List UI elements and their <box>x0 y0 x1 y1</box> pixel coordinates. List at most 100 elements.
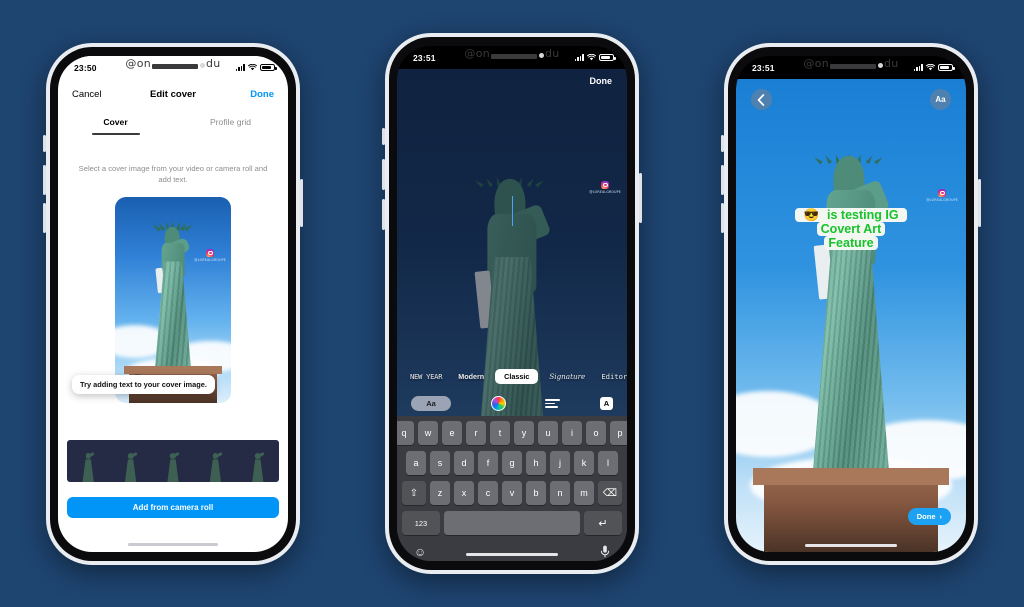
microphone-icon[interactable] <box>600 545 610 560</box>
font-option-signature[interactable]: Signature <box>544 369 590 384</box>
key-y[interactable]: y <box>514 421 534 445</box>
keyboard-row-3: ⇧ z x c v b n m ⌫ <box>400 481 624 505</box>
align-icon[interactable] <box>545 398 561 410</box>
back-button[interactable] <box>751 89 772 110</box>
mute-switch[interactable] <box>43 135 46 152</box>
key-v[interactable]: v <box>502 481 522 505</box>
volume-up-button[interactable] <box>382 159 385 190</box>
phone3-screen: 23:51 @on du @LOREALGROUPE Aa 😎 is testi… <box>736 56 966 552</box>
done-label: Done <box>916 512 936 521</box>
cover-image-preview[interactable]: @LOREALGROUPE Aa <box>115 197 231 403</box>
done-button[interactable]: Done › <box>907 508 951 525</box>
volume-down-button[interactable] <box>382 199 385 230</box>
numbers-key[interactable]: 123 <box>402 511 440 535</box>
key-n[interactable]: n <box>550 481 570 505</box>
font-option-classic[interactable]: Classic <box>495 369 539 384</box>
text-tools-bar: Aa A <box>397 396 627 411</box>
key-u[interactable]: u <box>538 421 558 445</box>
battery-icon <box>599 53 616 62</box>
volume-up-button[interactable] <box>721 165 724 195</box>
tab-cover[interactable]: Cover <box>58 109 173 135</box>
font-option-editor[interactable]: Editor <box>596 369 627 384</box>
film-frame[interactable] <box>67 440 110 482</box>
shift-key[interactable]: ⇧ <box>402 481 426 505</box>
key-c[interactable]: c <box>478 481 498 505</box>
font-option-new-year[interactable]: NEW YEAR <box>405 369 447 384</box>
video-frame-strip[interactable] <box>67 440 279 482</box>
key-j[interactable]: j <box>550 451 570 475</box>
key-s[interactable]: s <box>430 451 450 475</box>
text-overlay[interactable]: 😎 is testing IG Covert Art Feature <box>788 208 914 250</box>
phone3-bezel: 23:51 @on du @LOREALGROUPE Aa 😎 is testi… <box>728 47 974 561</box>
text-size-button[interactable]: Aa <box>411 396 451 411</box>
key-p[interactable]: p <box>610 421 627 445</box>
instagram-watermark: @LOREALGROUPE <box>194 249 226 262</box>
film-frame[interactable] <box>236 440 279 482</box>
font-option-modern[interactable]: Modern <box>453 369 489 384</box>
volume-down-button[interactable] <box>43 203 46 233</box>
film-frame[interactable] <box>109 440 152 482</box>
sunglasses-emoji: 😎 <box>799 208 824 222</box>
key-o[interactable]: o <box>586 421 606 445</box>
key-d[interactable]: d <box>454 451 474 475</box>
key-t[interactable]: t <box>490 421 510 445</box>
key-g[interactable]: g <box>502 451 522 475</box>
volume-up-button[interactable] <box>43 165 46 195</box>
add-from-camera-roll-button[interactable]: Add from camera roll <box>67 497 279 518</box>
chevron-right-icon: › <box>939 512 943 521</box>
key-w[interactable]: w <box>418 421 438 445</box>
power-button[interactable] <box>639 173 642 223</box>
space-key[interactable] <box>443 511 581 535</box>
key-i[interactable]: i <box>562 421 582 445</box>
tab-bar: Cover Profile grid <box>58 109 288 135</box>
home-indicator[interactable] <box>128 542 218 546</box>
key-e[interactable]: e <box>442 421 462 445</box>
keyboard-bottom-bar: ☺ <box>400 541 624 561</box>
volume-down-button[interactable] <box>721 203 724 233</box>
key-x[interactable]: x <box>454 481 474 505</box>
photo-canvas[interactable]: @LOREALGROUPE <box>736 79 966 552</box>
text-cursor <box>512 196 514 226</box>
statue-of-liberty-figure <box>800 136 901 477</box>
key-k[interactable]: k <box>574 451 594 475</box>
emoji-icon[interactable]: ☺ <box>414 546 426 558</box>
mute-switch[interactable] <box>721 135 724 152</box>
text-background-button[interactable]: A <box>600 397 614 410</box>
font-style-picker[interactable]: NEW YEAR Modern Classic Signature Editor <box>397 369 627 384</box>
film-frame[interactable] <box>194 440 237 482</box>
return-key[interactable]: ↵ <box>584 511 622 535</box>
key-m[interactable]: m <box>574 481 594 505</box>
add-text-button[interactable]: Aa <box>930 89 951 110</box>
key-b[interactable]: b <box>526 481 546 505</box>
mute-switch[interactable] <box>382 128 385 145</box>
key-a[interactable]: a <box>406 451 426 475</box>
text-overlay-line-1: 😎 is testing IG <box>795 208 907 222</box>
key-f[interactable]: f <box>478 451 498 475</box>
home-indicator[interactable] <box>805 543 897 547</box>
wifi-icon <box>587 54 596 61</box>
on-screen-keyboard[interactable]: q w e r t y u i o p a s d f g h j k l ⇧ … <box>397 416 627 561</box>
done-button[interactable]: Done <box>250 89 274 100</box>
text-overlay-line-3: Feature <box>824 236 878 250</box>
keyboard-row-4: 123 ↵ <box>400 511 624 535</box>
cellular-signal-icon <box>574 54 584 61</box>
color-wheel-icon[interactable] <box>490 396 506 411</box>
done-button[interactable]: Done <box>590 76 613 86</box>
key-r[interactable]: r <box>466 421 486 445</box>
key-h[interactable]: h <box>526 451 546 475</box>
status-time: 23:51 <box>752 62 775 73</box>
film-frame[interactable] <box>151 440 195 482</box>
instagram-icon <box>601 181 610 189</box>
power-button[interactable] <box>978 179 981 227</box>
tab-profile-grid[interactable]: Profile grid <box>173 109 288 135</box>
phone2-screen: 23:51 @on du @LOREALGROUPE Done NEW YEAR… <box>397 46 627 561</box>
navigation-bar: Cancel Edit cover Done <box>58 79 288 109</box>
instagram-icon <box>938 189 947 197</box>
power-button[interactable] <box>300 179 303 227</box>
home-indicator[interactable] <box>466 552 558 556</box>
key-q[interactable]: q <box>397 421 414 445</box>
key-l[interactable]: l <box>598 451 618 475</box>
keyboard-row-2: a s d f g h j k l <box>400 451 624 475</box>
delete-key[interactable]: ⌫ <box>598 481 622 505</box>
key-z[interactable]: z <box>430 481 450 505</box>
